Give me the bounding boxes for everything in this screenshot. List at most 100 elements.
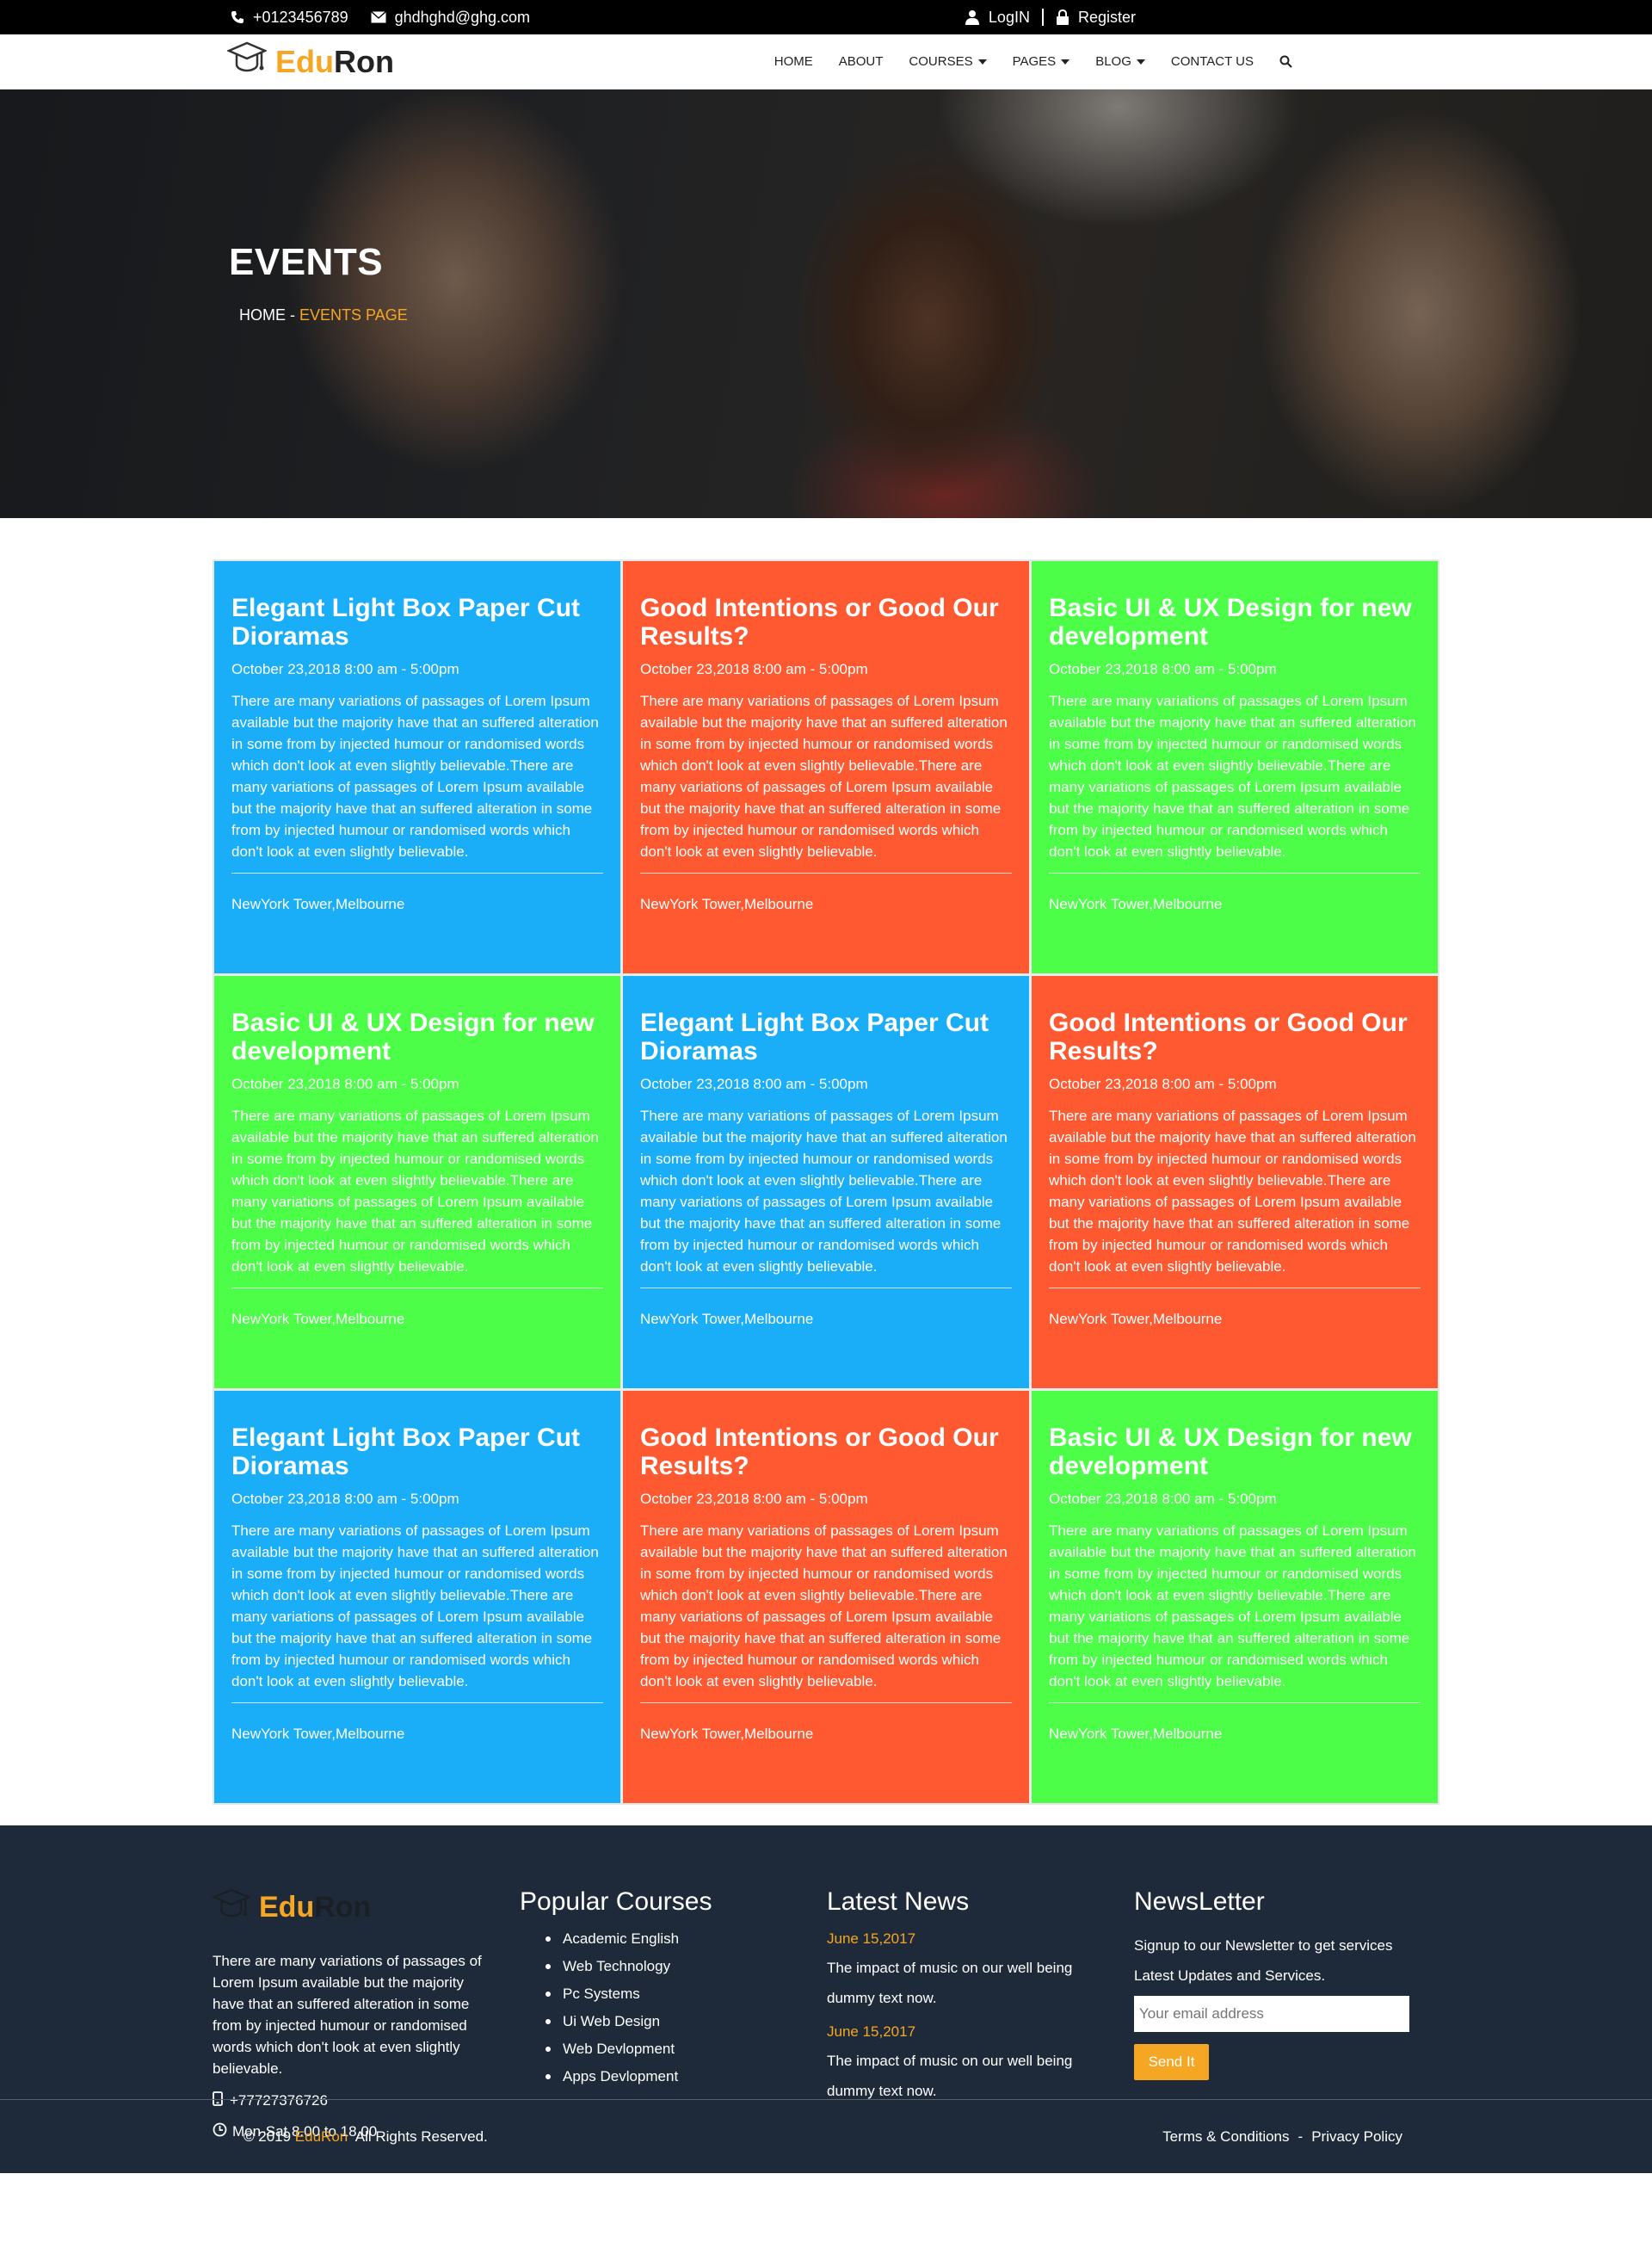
top-phone[interactable]: +0123456789 [231,9,348,27]
account-divider [1041,9,1044,26]
event-divider [1049,873,1421,874]
event-description: There are many variations of passages of… [231,693,599,860]
event-location: NewYork Tower,Melbourne [1049,1311,1223,1327]
course-link[interactable]: Academic English [546,1930,827,1948]
event-divider [640,873,1012,874]
course-link[interactable]: Web Technology [546,1958,827,1975]
event-card[interactable]: Good Intentions or Good Our Results? Oct… [1032,976,1438,1388]
news-item-link[interactable]: The impact of music on our well being du… [827,1953,1102,2013]
event-location: NewYork Tower,Melbourne [1049,1726,1223,1742]
event-card[interactable]: Basic UI & UX Design for new development… [1032,561,1438,973]
news-item-link[interactable]: The impact of music on our well being du… [827,2046,1102,2106]
footer-news-heading: Latest News [827,1887,970,1916]
event-card[interactable]: Basic UI & UX Design for new development… [214,976,620,1388]
phone-icon [231,10,244,24]
register-link[interactable]: Register [1056,9,1136,27]
event-location: NewYork Tower,Melbourne [640,896,814,912]
chevron-down-icon [1136,59,1145,65]
login-link[interactable]: LogIN [965,9,1030,27]
nav-pages[interactable]: PAGES [1013,54,1070,69]
event-description: There are many variations of passages of… [1049,693,1416,860]
event-card[interactable]: Good Intentions or Good Our Results? Oct… [623,1391,1029,1803]
event-description: There are many variations of passages of… [231,1108,599,1275]
chevron-down-icon [1061,59,1070,65]
logo-ron: Ron [334,43,394,79]
nav-about[interactable]: ABOUT [839,54,884,69]
newsletter-email-input[interactable] [1134,1996,1409,2032]
event-description: There are many variations of passages of… [1049,1522,1416,1689]
newsletter-send-button[interactable]: Send It [1134,2044,1209,2080]
news-date: June 15,2017 [827,2023,916,2040]
footer-logo-edu: Edu [259,1891,315,1924]
logo-edu: Edu [275,43,334,79]
event-card[interactable]: Basic UI & UX Design for new development… [1032,1391,1438,1803]
event-title[interactable]: Basic UI & UX Design for new development [1049,594,1421,651]
event-title[interactable]: Good Intentions or Good Our Results? [640,594,1012,651]
user-icon [965,9,980,25]
course-link[interactable]: Apps Devlopment [546,2068,827,2085]
course-label: Apps Devlopment [563,2068,679,2084]
footer-newsletter-heading: NewsLetter [1134,1887,1265,1916]
event-description: There are many variations of passages of… [640,1108,1008,1275]
terms-link[interactable]: Terms & Conditions [1162,2128,1289,2146]
event-card[interactable]: Good Intentions or Good Our Results? Oct… [623,561,1029,973]
event-title[interactable]: Good Intentions or Good Our Results? [640,1424,1012,1480]
event-date: October 23,2018 8:00 am - 5:00pm [231,661,459,677]
event-date: October 23,2018 8:00 am - 5:00pm [640,1491,868,1507]
event-title[interactable]: Good Intentions or Good Our Results? [1049,1009,1421,1065]
course-label: Web Devlopment [563,2041,675,2057]
footer-logo-ron: Ron [314,1891,372,1924]
event-location: NewYork Tower,Melbourne [231,1311,405,1327]
copyright-suffix: All Rights Reserved. [348,2128,488,2145]
privacy-link[interactable]: Privacy Policy [1311,2128,1402,2146]
course-label: Web Technology [563,1958,671,1974]
lock-icon [1056,9,1069,25]
nav-courses[interactable]: COURSES [909,54,987,69]
event-title[interactable]: Elegant Light Box Paper Cut Dioramas [231,594,603,651]
event-title[interactable]: Basic UI & UX Design for new development [231,1009,603,1065]
event-card[interactable]: Elegant Light Box Paper Cut Dioramas Oct… [214,1391,620,1803]
copyright-brand[interactable]: EduRon [295,2128,348,2145]
event-title[interactable]: Elegant Light Box Paper Cut Dioramas [231,1424,603,1480]
event-date: October 23,2018 8:00 am - 5:00pm [1049,1076,1277,1092]
site-logo[interactable]: EduRon [225,40,394,83]
footer-logo[interactable]: EduRon [212,1887,520,1928]
top-email[interactable]: ghdhghd@ghg.com [370,9,530,27]
breadcrumb: HOME - EVENTS PAGE [239,306,408,324]
login-label: LogIN [988,8,1030,26]
search-icon[interactable] [1279,55,1292,68]
graduation-cap-icon [212,1887,251,1928]
newsletter-text: Signup to our Newsletter to get services… [1134,1937,1393,1984]
event-date: October 23,2018 8:00 am - 5:00pm [1049,661,1277,677]
top-account: LogIN Register [965,9,1136,27]
course-link[interactable]: Pc Systems [546,1986,827,2003]
event-title[interactable]: Elegant Light Box Paper Cut Dioramas [640,1009,1012,1065]
event-card[interactable]: Elegant Light Box Paper Cut Dioramas Oct… [623,976,1029,1388]
chevron-down-icon [977,59,987,65]
course-label: Pc Systems [563,1986,640,2002]
event-card[interactable]: Elegant Light Box Paper Cut Dioramas Oct… [214,561,620,973]
courses-list: Academic English Web Technology Pc Syste… [520,1930,827,2085]
event-description: There are many variations of passages of… [640,693,1008,860]
envelope-icon [370,11,386,23]
nav-blog[interactable]: BLOG [1095,54,1145,69]
top-contact: +0123456789 ghdhghd@ghg.com [231,9,530,27]
event-location: NewYork Tower,Melbourne [231,1726,405,1742]
event-title[interactable]: Basic UI & UX Design for new development [1049,1424,1421,1480]
hero-content: EVENTS HOME - EVENTS PAGE [229,241,408,324]
register-label: Register [1077,8,1136,26]
event-location: NewYork Tower,Melbourne [640,1311,814,1327]
breadcrumb-home[interactable]: HOME [239,306,286,324]
course-link[interactable]: Ui Web Design [546,2013,827,2030]
copyright-prefix: © 2019 [243,2128,295,2145]
course-link[interactable]: Web Devlopment [546,2041,827,2058]
breadcrumb-current: EVENTS PAGE [299,306,408,324]
event-description: There are many variations of passages of… [640,1522,1008,1689]
footer-legal-links: Terms & Conditions - Privacy Policy [1162,2128,1402,2146]
nav-contact[interactable]: CONTACT US [1171,54,1254,69]
nav-home[interactable]: HOME [774,54,813,69]
event-divider [231,1702,603,1703]
event-location: NewYork Tower,Melbourne [231,896,405,912]
footer-about-text: There are many variations of passages of… [213,1953,482,2077]
event-date: October 23,2018 8:00 am - 5:00pm [640,661,868,677]
